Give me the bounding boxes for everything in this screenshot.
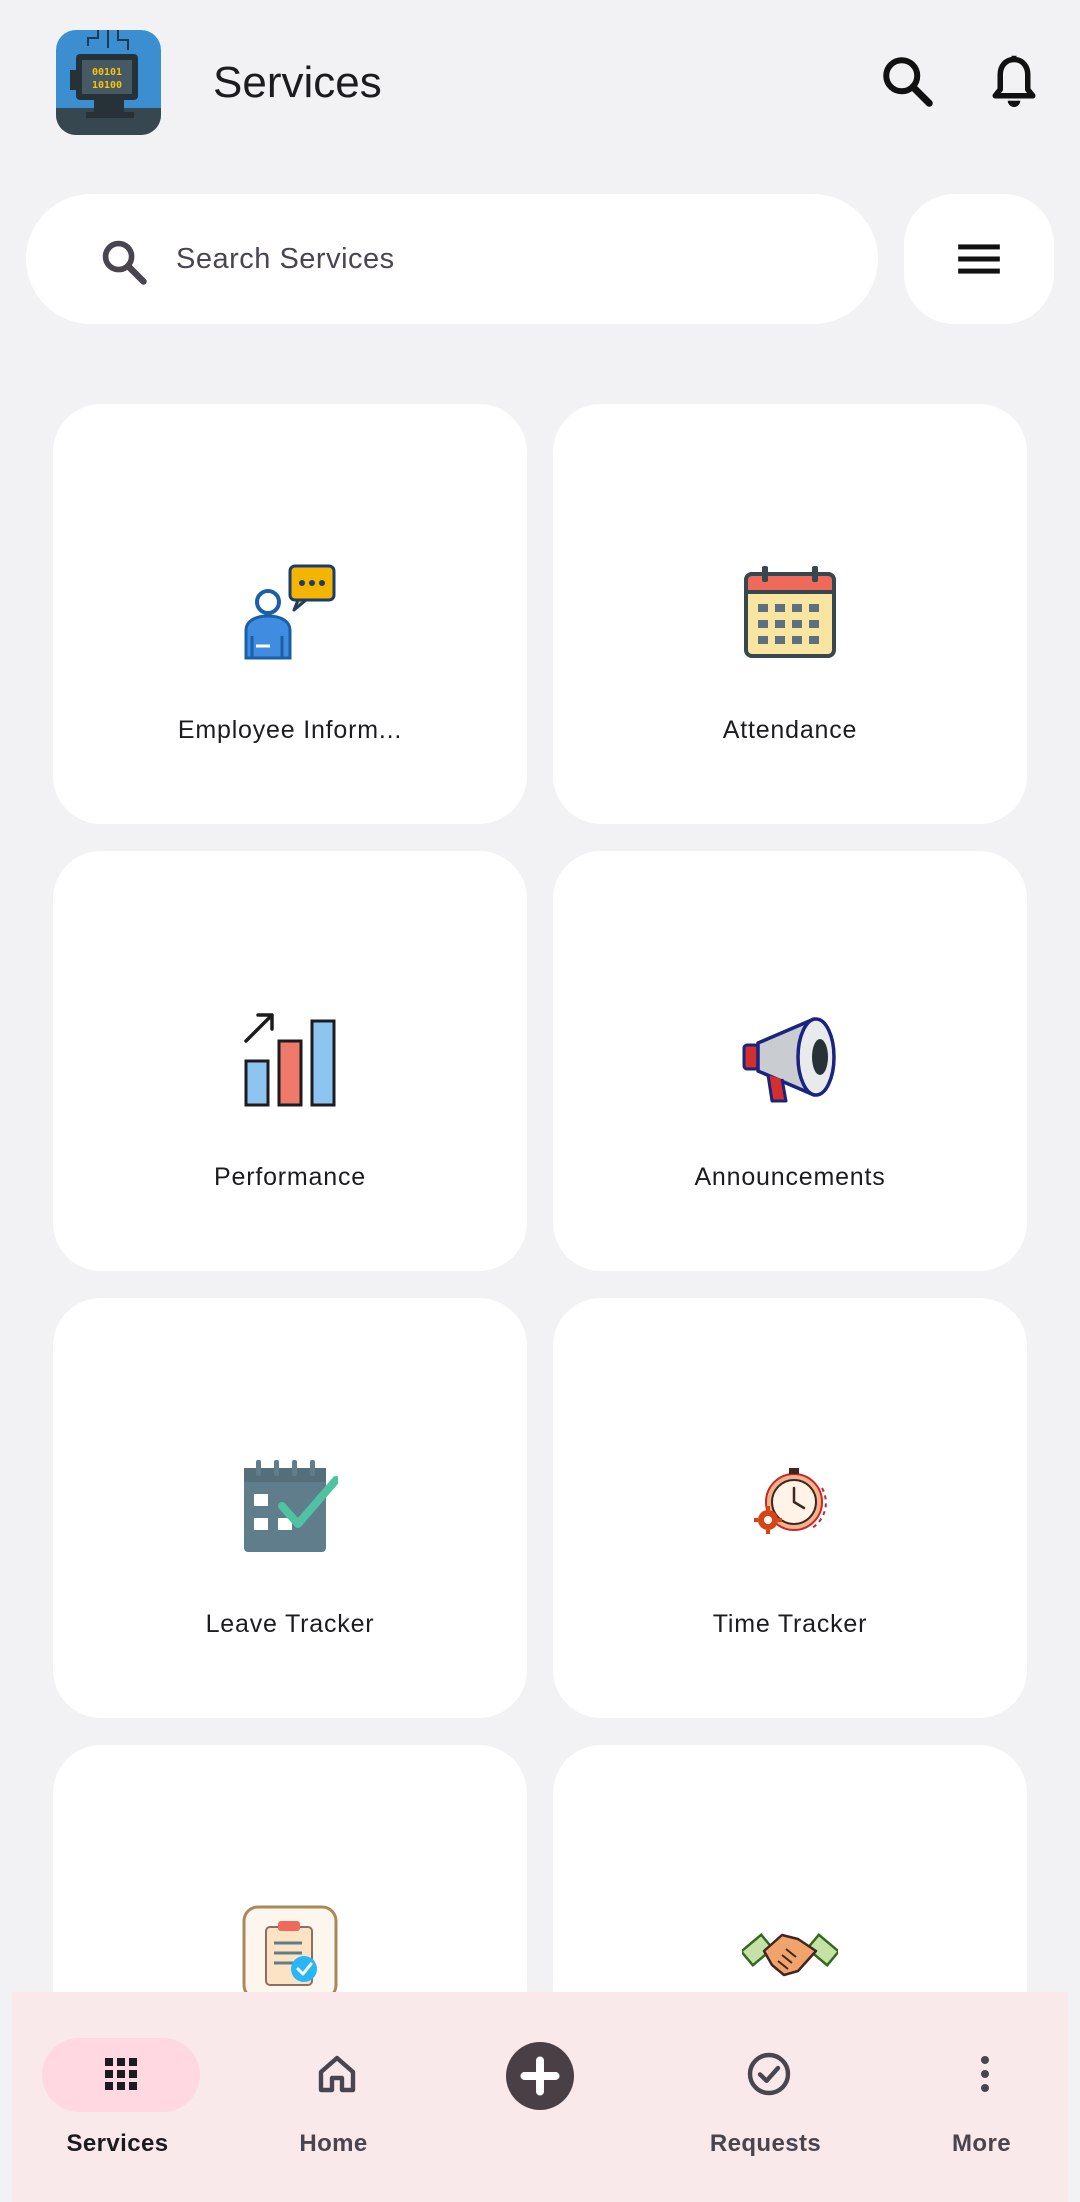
handshake-icon bbox=[739, 1905, 841, 2001]
service-label: Employee Inform... bbox=[177, 716, 403, 744]
page-title: Services bbox=[213, 58, 382, 107]
menu-button[interactable] bbox=[904, 194, 1054, 324]
service-label: Time Tracker bbox=[712, 1610, 868, 1638]
nav-item-home[interactable]: Home bbox=[228, 1992, 439, 2202]
more-vertical-icon bbox=[961, 2050, 1009, 2098]
add-circle-icon bbox=[506, 2042, 574, 2110]
hamburger-menu-icon bbox=[954, 234, 1004, 284]
grid-icon bbox=[97, 2050, 145, 2098]
clipboard-check-icon bbox=[242, 1905, 338, 2001]
nav-label: Requests bbox=[709, 2130, 822, 2157]
service-card-employee-information[interactable]: Employee Inform... bbox=[53, 404, 527, 824]
service-card-performance[interactable]: Performance bbox=[53, 851, 527, 1271]
calendar-icon bbox=[742, 564, 838, 660]
app-logo: 00101 10100 bbox=[56, 30, 161, 135]
bar-chart-icon bbox=[242, 1011, 338, 1107]
service-label: Performance bbox=[214, 1163, 366, 1191]
service-card-attendance[interactable]: Attendance bbox=[553, 404, 1027, 824]
search-input[interactable] bbox=[176, 224, 816, 294]
nav-label: Home bbox=[299, 2130, 368, 2157]
search-icon bbox=[98, 236, 150, 288]
bottom-navigation: Services Home Requests More bbox=[12, 1992, 1068, 2202]
notification-bell-icon[interactable] bbox=[984, 52, 1044, 112]
service-label: Attendance bbox=[722, 716, 858, 744]
search-icon[interactable] bbox=[878, 52, 938, 112]
nav-label: Services bbox=[66, 2130, 169, 2157]
nav-item-more[interactable]: More bbox=[876, 1992, 1080, 2202]
nav-item-requests[interactable]: Requests bbox=[660, 1992, 871, 2202]
service-card-leave-tracker[interactable]: Leave Tracker bbox=[53, 1298, 527, 1718]
service-label: Announcements bbox=[694, 1163, 886, 1191]
stopwatch-gear-icon bbox=[742, 1458, 838, 1554]
add-button[interactable] bbox=[506, 2042, 574, 2110]
home-icon bbox=[313, 2050, 361, 2098]
megaphone-icon bbox=[742, 1011, 838, 1107]
services-screen: 00101 10100 Services Search Services Emp… bbox=[0, 0, 1080, 2202]
nav-item-services[interactable]: Services bbox=[12, 1992, 223, 2202]
svg-text:10100: 10100 bbox=[92, 80, 122, 91]
service-card-time-tracker[interactable]: Time Tracker bbox=[553, 1298, 1027, 1718]
service-label: Leave Tracker bbox=[205, 1610, 375, 1638]
employee-chat-icon bbox=[242, 564, 338, 660]
svg-text:00101: 00101 bbox=[92, 67, 122, 78]
service-card-announcements[interactable]: Announcements bbox=[553, 851, 1027, 1271]
top-app-bar: 00101 10100 Services bbox=[0, 0, 1080, 180]
nav-label: More bbox=[952, 2130, 1011, 2157]
calendar-check-icon bbox=[242, 1458, 340, 1554]
check-circle-icon bbox=[745, 2050, 793, 2098]
search-bar[interactable] bbox=[26, 194, 878, 324]
